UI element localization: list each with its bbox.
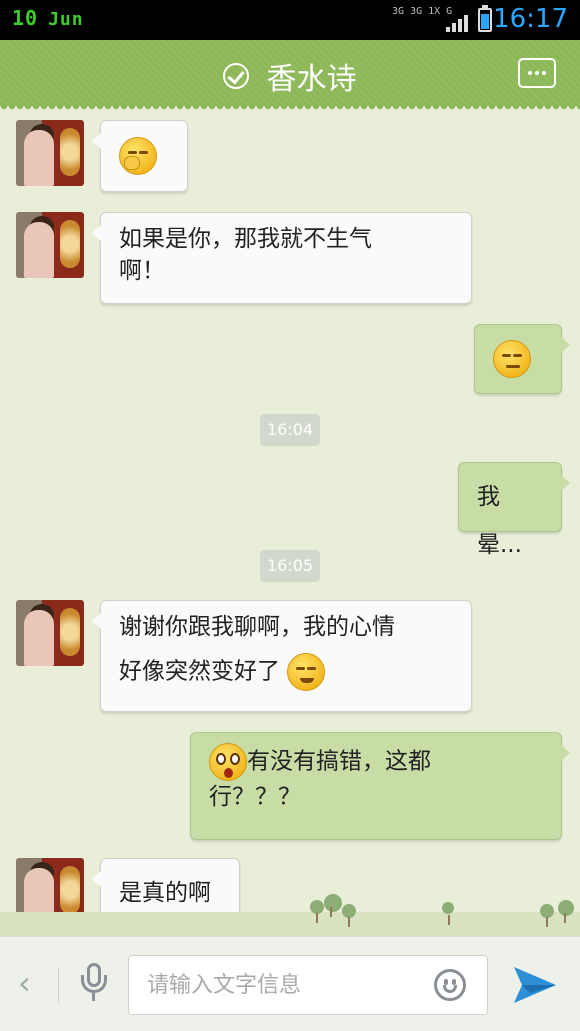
- contact-avatar[interactable]: [16, 212, 84, 278]
- status-date: 10 Jun: [12, 6, 84, 30]
- hug-emoji-icon: [119, 137, 157, 175]
- background-scenery: [0, 890, 580, 936]
- input-bar: ‹: [0, 936, 580, 1031]
- message-bubble-incoming[interactable]: [92, 120, 188, 192]
- message-text: 好像突然变好了: [119, 658, 280, 685]
- message-bubble-incoming[interactable]: 如果是你，那我就不生气 啊！: [92, 212, 472, 304]
- battery-icon: [478, 5, 492, 32]
- microphone-icon[interactable]: [80, 963, 108, 1003]
- message-bubble-outgoing[interactable]: 我晕...: [458, 462, 570, 558]
- smile-emoji-icon: [287, 653, 326, 691]
- message-bubble-incoming[interactable]: 谢谢你跟我聊啊，我的心情 好像突然变好了: [92, 600, 472, 712]
- message-text: 啊！: [119, 258, 165, 284]
- timestamp: 16:04: [260, 414, 320, 446]
- status-time: 16:17: [493, 4, 568, 34]
- signal-icon: [446, 14, 470, 32]
- message-bubble-outgoing[interactable]: [474, 324, 570, 394]
- contact-avatar[interactable]: [16, 120, 84, 186]
- chat-header: 香水诗: [0, 40, 580, 112]
- message-text: 我晕...: [477, 484, 522, 558]
- message-text: 如果是你，那我就不生气: [119, 226, 372, 252]
- message-bubble-outgoing[interactable]: 有没有搞错，这都 行？？？: [190, 732, 570, 840]
- shock-emoji-icon: [209, 743, 247, 781]
- message-text: 有没有搞错，这都: [247, 748, 431, 775]
- message-list[interactable]: 如果是你，那我就不生气 啊！ 16:04 我晕... 16:05 谢谢你跟我聊啊…: [0, 106, 580, 936]
- status-date-day: 10: [12, 6, 39, 30]
- timestamp: 16:05: [260, 550, 320, 582]
- status-date-month: Jun: [48, 9, 84, 30]
- message-text: 谢谢你跟我聊啊，我的心情: [119, 614, 395, 640]
- chat-title: 香水诗: [266, 62, 357, 97]
- chevron-left-icon[interactable]: ‹: [18, 965, 40, 1001]
- check-circle-icon: [223, 63, 250, 89]
- contact-avatar[interactable]: [16, 600, 84, 666]
- meh-emoji-icon: [493, 340, 531, 378]
- divider: [58, 967, 59, 1003]
- message-text: 行？？？: [209, 784, 301, 810]
- more-dots-icon[interactable]: [518, 58, 556, 88]
- send-plane-icon[interactable]: [512, 963, 558, 1005]
- status-bar: 10 Jun 3G 3G 1X G 16:17: [0, 0, 580, 40]
- smiley-icon[interactable]: [434, 969, 466, 1001]
